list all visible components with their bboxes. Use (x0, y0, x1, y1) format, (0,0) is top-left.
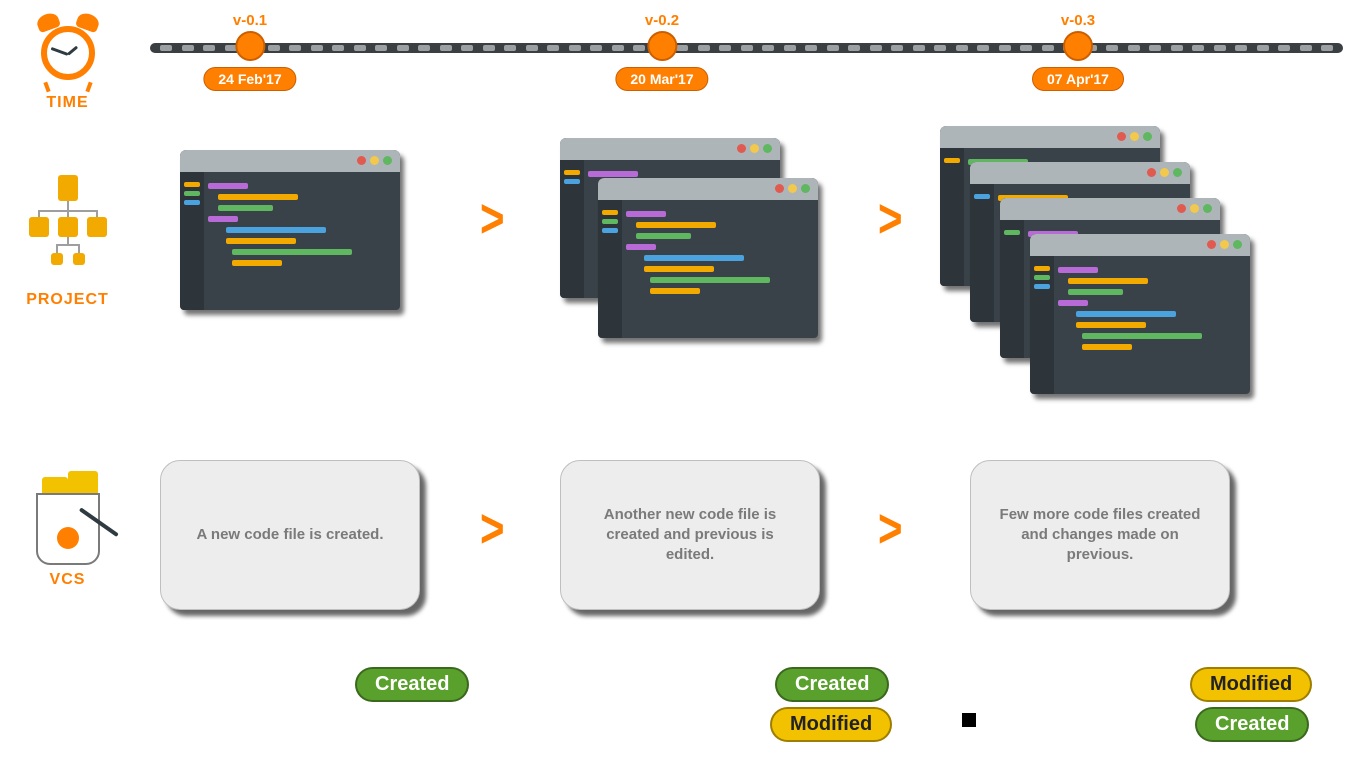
code-stack-stage2 (560, 138, 830, 348)
version-dot-icon (647, 31, 677, 61)
vcs-label: VCS (0, 571, 135, 589)
code-body (208, 178, 394, 304)
vcs-card-0: A new code file is created. (160, 460, 420, 610)
time-label: TIME (0, 94, 135, 112)
code-window (598, 178, 818, 338)
vcs-card-1: Another new code file is created and pre… (560, 460, 820, 610)
vcs-card-text: Another new code file is created and pre… (583, 505, 797, 566)
vcs-section-icon: VCS (0, 475, 135, 589)
arrow-right-icon: > (878, 498, 903, 560)
version-date: 20 Mar'17 (615, 67, 708, 91)
version-dot-icon (1063, 31, 1093, 61)
arrow-right-icon: > (878, 188, 903, 250)
status-badge-created: Created (775, 667, 889, 702)
vcs-card-text: Few more code files created and changes … (993, 505, 1207, 566)
timeline-dashes (160, 45, 1333, 51)
marker-square-icon (962, 713, 976, 727)
code-stack-stage1 (180, 150, 410, 320)
fries-bucket-icon (28, 475, 108, 565)
vcs-card-text: A new code file is created. (196, 525, 383, 545)
vcs-card-2: Few more code files created and changes … (970, 460, 1230, 610)
status-badge-created: Created (355, 667, 469, 702)
alarm-clock-icon (33, 18, 103, 88)
version-date: 07 Apr'17 (1032, 67, 1124, 91)
version-dot-icon (235, 31, 265, 61)
time-section-icon: TIME (0, 18, 135, 112)
code-stack-stage3 (940, 126, 1280, 426)
arrow-right-icon: > (480, 188, 505, 250)
version-node-2: v-0.3 07 Apr'17 (1032, 12, 1124, 91)
version-date: 24 Feb'17 (203, 67, 296, 91)
timeline: v-0.1 24 Feb'17 v-0.2 20 Mar'17 v-0.3 07… (150, 36, 1343, 56)
version-node-1: v-0.2 20 Mar'17 (615, 12, 708, 91)
version-label: v-0.3 (1032, 12, 1124, 29)
project-label: PROJECT (0, 291, 135, 309)
status-badge-created: Created (1195, 707, 1309, 742)
version-label: v-0.1 (203, 12, 296, 29)
line-gutter (180, 172, 204, 310)
status-badge-modified: Modified (1190, 667, 1312, 702)
org-chart-icon (23, 175, 113, 285)
status-badge-modified: Modified (770, 707, 892, 742)
arrow-right-icon: > (480, 498, 505, 560)
code-window (1030, 234, 1250, 394)
version-label: v-0.2 (615, 12, 708, 29)
code-window (180, 150, 400, 310)
project-section-icon: PROJECT (0, 175, 135, 309)
window-titlebar (180, 150, 400, 172)
version-node-0: v-0.1 24 Feb'17 (203, 12, 296, 91)
